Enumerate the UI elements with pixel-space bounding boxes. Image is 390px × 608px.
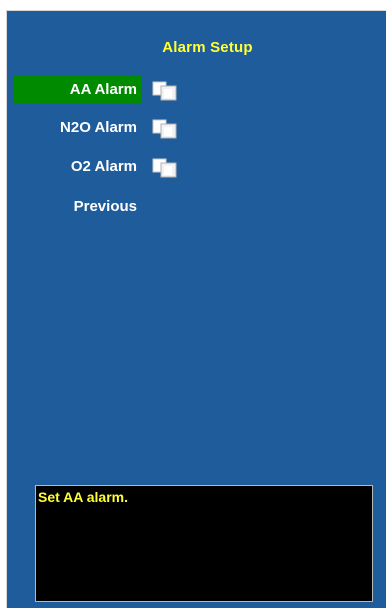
submenu-pages-icon[interactable] xyxy=(152,81,182,101)
submenu-pages-icon[interactable] xyxy=(152,158,182,178)
alarm-setup-panel: Alarm Setup AA Alarm N2O Alarm O2 Alarm … xyxy=(6,10,386,608)
menu-item-previous[interactable]: Previous xyxy=(14,193,142,220)
help-message-box: Set AA alarm. xyxy=(35,485,373,602)
menu-item-n2o-alarm[interactable]: N2O Alarm xyxy=(14,114,142,141)
top-strip xyxy=(0,0,390,10)
page-title: Alarm Setup xyxy=(162,39,253,56)
help-message-text: Set AA alarm. xyxy=(38,489,128,505)
menu-item-aa-alarm[interactable]: AA Alarm xyxy=(14,76,142,103)
submenu-pages-icon[interactable] xyxy=(152,119,182,139)
menu-item-o2-alarm[interactable]: O2 Alarm xyxy=(14,153,142,180)
